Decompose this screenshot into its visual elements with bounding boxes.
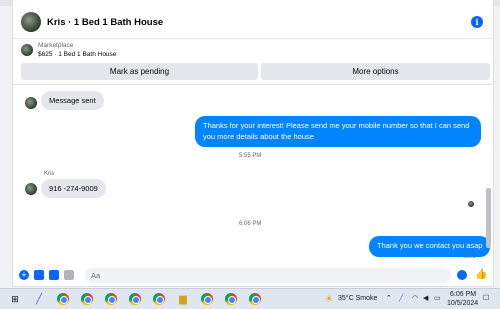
chrome-icon[interactable] [152, 292, 166, 306]
listing-title[interactable]: $625 · 1 Bed 1 Bath House [38, 51, 116, 58]
message-status: Sent [463, 254, 476, 260]
gif-icon[interactable] [64, 270, 74, 280]
chat-title[interactable]: Kris · 1 Bed 1 Bath House [47, 17, 163, 28]
message-bubble-outgoing: Thanks for your interest! Please send me… [195, 116, 481, 147]
folder-icon[interactable]: ▆ [176, 292, 190, 306]
pen-icon[interactable]: ╱ [32, 292, 46, 306]
seen-avatar [468, 201, 474, 207]
timestamp: 5:55 PM [239, 153, 262, 159]
message-bubble-incoming: Message sent [41, 91, 104, 110]
chrome-icon[interactable] [224, 292, 238, 306]
message-input[interactable]: Aa [85, 268, 451, 283]
marketplace-banner: Marketplace $625 · 1 Bed 1 Bath House Ma… [13, 40, 493, 82]
avatar [25, 183, 37, 195]
marketplace-label: Marketplace [38, 42, 74, 49]
image-icon[interactable] [34, 270, 44, 280]
chrome-icon[interactable] [248, 292, 262, 306]
wifi-icon[interactable]: ◠ [412, 294, 418, 302]
composer: + Aa 👍 [13, 264, 493, 286]
thumbs-up-icon[interactable]: 👍 [475, 269, 487, 280]
info-icon[interactable]: i [471, 16, 483, 28]
listing-thumbnail[interactable] [21, 44, 33, 56]
timestamp: 6:06 PM [239, 221, 262, 227]
sticker-icon[interactable] [49, 270, 59, 280]
battery-icon[interactable]: ▭ [434, 294, 441, 302]
notification-icon[interactable]: ☐ [483, 294, 489, 302]
scrollbar[interactable] [486, 188, 491, 248]
emoji-icon[interactable] [457, 270, 467, 280]
task-view-icon[interactable]: ⊞ [8, 292, 22, 306]
chat-header: Kris · 1 Bed 1 Bath House i [13, 6, 493, 39]
more-options-button[interactable]: More options [261, 63, 490, 80]
plus-icon[interactable]: + [19, 270, 29, 280]
chrome-icon[interactable] [80, 292, 94, 306]
chevron-up-icon[interactable]: ⌃ [386, 294, 392, 302]
message-thread: Message sent Thanks for your interest! P… [13, 84, 493, 264]
chrome-icon[interactable] [104, 292, 118, 306]
mark-as-pending-button[interactable]: Mark as pending [21, 63, 258, 80]
chat-window: Kris · 1 Bed 1 Bath House i Marketplace … [12, 0, 494, 287]
pen-tray-icon[interactable]: ╱ [399, 294, 403, 302]
taskbar: ⊞ ╱ ▆ ☀ 35°C Smoke ⌃ ╱ ◠ ◀ ▭ 6:06 PM 10/… [0, 288, 500, 309]
avatar[interactable] [21, 12, 41, 32]
clock-time[interactable]: 6:06 PM [450, 291, 476, 298]
chrome-icon[interactable] [200, 292, 214, 306]
clock-date[interactable]: 10/5/2024 [447, 300, 478, 307]
chrome-icon[interactable] [128, 292, 142, 306]
chrome-icon[interactable] [56, 292, 70, 306]
weather-text[interactable]: 35°C Smoke [338, 295, 377, 302]
speaker-icon[interactable]: ◀ [423, 294, 428, 302]
avatar [25, 97, 37, 109]
message-bubble-incoming: 916 -274-9009 [41, 179, 106, 198]
weather-icon[interactable]: ☀ [322, 292, 336, 306]
sender-name: Kris [44, 171, 55, 177]
